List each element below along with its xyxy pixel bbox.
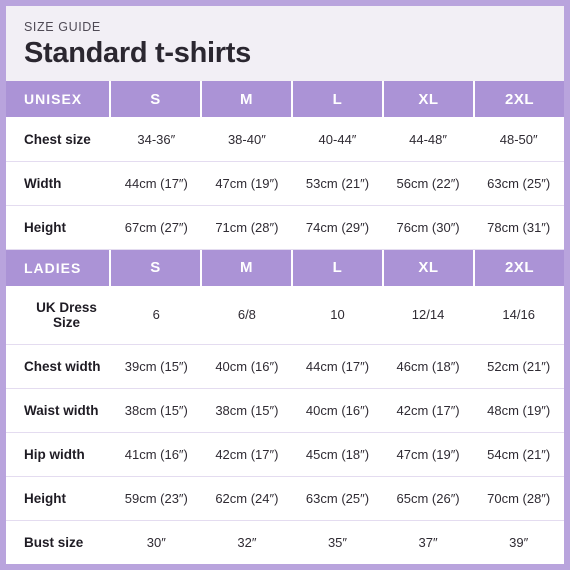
row-value: 38-40″ [227,131,266,147]
row-value: 53cm (21″) [305,175,370,191]
size-table: UNISEX S M L XL 2XL Chest size 34-36″ 38… [6,81,564,564]
table-row: Width 44cm (17″) 47cm (19″) 53cm (21″) 5… [6,161,564,206]
row-value: 56cm (22″) [396,175,460,191]
size-guide-card: SIZE GUIDE Standard t-shirts UNISEX S M … [0,0,570,570]
row-value: 67cm (27″) [124,219,188,235]
row-value: 63cm (25″) [305,490,370,506]
table-row: Waist width 38cm (15″) 38cm (15″) 40cm (… [6,388,564,433]
header-cell-size-l: L [293,81,384,118]
row-label: Height [24,490,66,506]
row-value: 78cm (31″) [487,219,551,235]
row-value: 12/14 [411,307,445,323]
row-value: 30″ [146,535,166,550]
header-cell-size-m: M [202,249,293,286]
row-label: Waist width [24,402,99,418]
row-value: 38cm (15″) [215,402,279,418]
row-value: 47cm (19″) [396,446,460,462]
row-value: 32″ [237,535,257,550]
row-value: 65cm (26″) [396,490,460,506]
table-header-unisex: UNISEX S M L XL 2XL [6,81,564,118]
row-value: 74cm (29″) [305,219,370,235]
row-value: 45cm (18″) [305,446,370,462]
row-value: 46cm (18″) [396,358,460,374]
row-value: 48-50″ [499,131,538,147]
row-label: Height [24,219,66,235]
row-value: 37″ [418,535,438,550]
row-value: 40-44″ [318,131,357,147]
table-header-ladies: LADIES S M L XL 2XL [6,249,564,286]
row-value: 39cm (15″) [124,358,188,374]
table-row: Bust size 30″ 32″ 35″ 37″ 39″ [6,520,564,564]
row-value: 48cm (19″) [487,402,551,418]
row-label: Bust size [24,535,84,550]
row-value: 6/8 [237,307,256,323]
row-label: Hip width [24,446,85,462]
header-cell-size-m: M [202,81,293,118]
row-value: 40cm (16″) [215,358,279,374]
header-cell-size-s: S [111,81,202,118]
header-cell-category: LADIES [6,249,111,286]
row-value: 39″ [509,535,529,550]
row-label: UK Dress Size [36,299,97,330]
row-value: 10 [330,307,345,323]
header-cell-category: UNISEX [6,81,111,118]
row-value: 38cm (15″) [124,402,188,418]
row-value: 52cm (21″) [487,358,551,374]
row-value: 14/16 [502,307,535,323]
row-value: 44cm (17″) [124,175,188,191]
header-cell-size-xl: XL [384,249,475,286]
row-label: Chest width [24,358,101,374]
row-value: 40cm (16″) [305,402,370,418]
table-row: Hip width 41cm (16″) 42cm (17″) 45cm (18… [6,432,564,477]
row-value: 44cm (17″) [305,358,370,374]
title-block: SIZE GUIDE Standard t-shirts [6,6,564,82]
row-value: 47cm (19″) [215,175,279,191]
table-row: Height 59cm (23″) 62cm (24″) 63cm (25″) … [6,476,564,521]
table-row: Height 67cm (27″) 71cm (28″) 74cm (29″) … [6,205,564,250]
row-label: Width [24,175,62,191]
row-label: Chest size [24,131,91,147]
header-cell-size-2xl: 2XL [504,259,534,277]
row-value: 44-48″ [409,131,447,147]
header-cell-size-xl: XL [384,81,475,118]
row-value: 42cm (17″) [215,446,279,462]
row-value: 59cm (23″) [124,490,188,506]
row-value: 35″ [327,535,348,550]
table-row: UK Dress Size 6 6/8 10 12/14 14/16 [6,285,564,345]
row-value: 63cm (25″) [487,175,551,191]
row-value: 76cm (30″) [396,219,460,235]
header-cell-size-l: L [293,249,384,286]
row-value: 70cm (28″) [487,490,551,506]
row-value: 62cm (24″) [215,490,279,506]
row-value: 71cm (28″) [215,219,279,235]
table-row: Chest width 39cm (15″) 40cm (16″) 44cm (… [6,344,564,389]
row-value: 54cm (21″) [487,446,551,462]
row-value: 34-36″ [137,131,176,147]
row-value: 6 [152,307,160,323]
eyebrow-label: SIZE GUIDE [24,20,101,34]
row-value: 41cm (16″) [124,446,188,462]
header-cell-size-s: S [111,249,202,286]
page-title: Standard t-shirts [24,37,251,69]
row-value: 42cm (17″) [396,402,460,418]
table-row: Chest size 34-36″ 38-40″ 40-44″ 44-48″ 4… [6,117,564,162]
header-cell-size-2xl: 2XL [504,90,534,108]
